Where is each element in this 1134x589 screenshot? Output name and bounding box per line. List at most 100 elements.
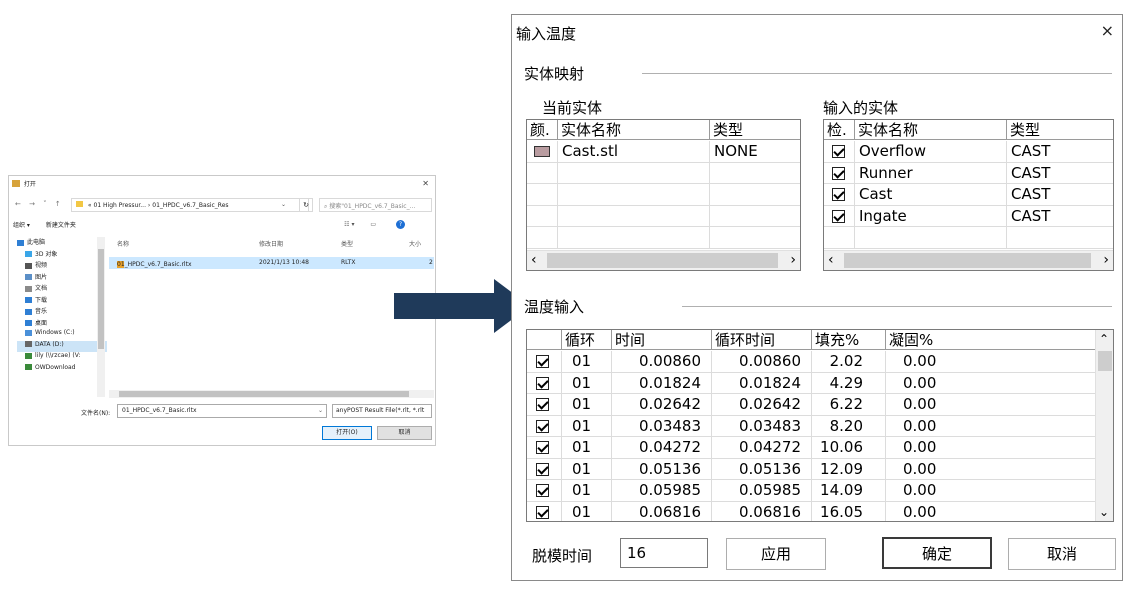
table-row[interactable]: Ingate CAST (824, 205, 1113, 227)
column-entity-name[interactable]: 实体名称 (855, 120, 1007, 140)
checkbox[interactable] (536, 419, 549, 433)
table-row[interactable]: Runner CAST (824, 162, 1113, 184)
table-header: 检. 实体名称 类型 (824, 120, 1113, 140)
filetype-select[interactable]: anyPOST Result File(*.rlt, *.rlt (332, 404, 432, 418)
column-cycle-time[interactable]: 循环时间 (712, 330, 812, 350)
chevron-left-icon[interactable]: ‹ (531, 252, 537, 268)
organize-button[interactable]: 组织 ▾ (13, 222, 30, 229)
type-cell (710, 163, 800, 184)
table-row[interactable]: 01 0.06816 0.06816 16.05 0.00 (527, 501, 1095, 521)
close-icon[interactable]: × (1101, 21, 1114, 40)
column-cycle[interactable]: 循环 (562, 330, 612, 350)
apply-button[interactable]: 应用 (726, 538, 826, 570)
view-menu-icon[interactable]: ☷ ▾ (344, 221, 354, 228)
ok-button[interactable]: 确定 (882, 537, 992, 569)
column-fill-percent[interactable]: 填充% (812, 330, 886, 350)
chevron-up-icon[interactable]: ⌃ (1099, 332, 1109, 346)
file-list-scrollbar[interactable] (109, 390, 434, 398)
chevron-down-icon[interactable]: ⌄ (318, 407, 323, 414)
table-row[interactable]: 01 0.03483 0.03483 8.20 0.00 (527, 415, 1095, 437)
path-segment[interactable]: 01_HPDC_v6.7_Basic_Res (152, 202, 228, 209)
chevron-right-icon[interactable]: › (1103, 252, 1109, 268)
table-row[interactable]: 01 0.01824 0.01824 4.29 0.00 (527, 372, 1095, 394)
tree-item[interactable]: Windows (C:) (17, 329, 107, 341)
tree-item[interactable]: OWDownload (17, 364, 107, 376)
checkbox[interactable] (832, 145, 845, 158)
table-row[interactable]: 01 0.02642 0.02642 6.22 0.00 (527, 394, 1095, 416)
checkbox[interactable] (832, 166, 845, 180)
chevron-down-icon[interactable]: ⌄ (1099, 505, 1109, 519)
column-select[interactable] (527, 330, 562, 350)
time-cell: 0.01824 (612, 372, 712, 394)
column-name[interactable]: 名称 (117, 239, 129, 248)
table-row[interactable]: Cast CAST (824, 184, 1113, 206)
column-time[interactable]: 时间 (612, 330, 712, 350)
table-row[interactable]: Cast.stl NONE (527, 141, 800, 163)
close-icon[interactable]: ✕ (422, 179, 429, 188)
column-color[interactable]: 颜. (527, 120, 558, 140)
column-entity-name[interactable]: 实体名称 (558, 120, 710, 140)
tree-item[interactable]: DATA (D:) (17, 340, 107, 352)
scrollbar-thumb[interactable] (98, 249, 104, 349)
tree-item[interactable]: 3D 对象 (17, 249, 107, 261)
tree-item[interactable]: 图片 (17, 272, 107, 284)
scrollbar-thumb[interactable] (1098, 351, 1112, 371)
vertical-scrollbar[interactable]: ⌃ ⌄ (1095, 330, 1113, 521)
preview-pane-icon[interactable]: ▭ (370, 221, 376, 228)
scrollbar-thumb[interactable] (119, 391, 409, 397)
nav-arrows-icon[interactable]: ← → ˅ ↑ (15, 200, 64, 208)
tree-item[interactable]: 文档 (17, 283, 107, 295)
table-row[interactable]: 01 0.05985 0.05985 14.09 0.00 (527, 480, 1095, 502)
tree-item[interactable]: 音乐 (17, 306, 107, 318)
column-size[interactable]: 大小 (409, 239, 421, 248)
checkbox[interactable] (536, 505, 549, 519)
chevron-right-icon[interactable]: › (790, 252, 796, 268)
tree-scrollbar[interactable] (97, 237, 105, 397)
tree-item[interactable]: 此电脑 (17, 237, 107, 249)
file-cancel-button[interactable]: 取消 (377, 426, 432, 440)
tree-item[interactable]: 下载 (17, 295, 107, 307)
open-button[interactable]: 打开(O) (322, 426, 372, 440)
table-row[interactable]: Overflow CAST (824, 141, 1113, 163)
column-solid-percent[interactable]: 凝固% (886, 330, 1097, 350)
refresh-icon[interactable]: ↻ (299, 198, 313, 212)
table-row[interactable]: 01 0.00860 0.00860 2.02 0.00 (527, 351, 1095, 373)
scrollbar-thumb[interactable] (547, 253, 778, 268)
check-cell (824, 141, 855, 162)
checkbox[interactable] (536, 376, 549, 390)
column-modified[interactable]: 修改日期 (259, 239, 283, 248)
tree-item[interactable]: 视频 (17, 260, 107, 272)
checkbox[interactable] (536, 484, 549, 497)
tree-item-label: lily (\\rzcae) (V: (35, 352, 81, 359)
filename-input[interactable]: 01_HPDC_v6.7_Basic.rltx ⌄ (117, 404, 327, 418)
tree-item[interactable]: 桌面 (17, 318, 107, 330)
chevron-left-icon[interactable]: ‹ (828, 252, 834, 268)
color-swatch[interactable] (534, 146, 550, 157)
table-row[interactable]: 01 0.04272 0.04272 10.06 0.00 (527, 437, 1095, 459)
new-folder-button[interactable]: 新建文件夹 (46, 222, 76, 229)
horizontal-scrollbar[interactable]: ‹ › (527, 250, 800, 270)
column-check[interactable]: 检. (824, 120, 855, 140)
file-row[interactable]: 01_HPDC_v6.7_Basic.rltx 2021/1/13 10:48 … (109, 257, 434, 269)
path-segment[interactable]: 01 High Pressur... (94, 202, 146, 209)
search-input[interactable]: ⌕ 搜索"01_HPDC_v6.7_Basic_... (319, 198, 432, 212)
drive-icon (25, 329, 32, 336)
checkbox[interactable] (536, 441, 549, 454)
address-bar[interactable]: « 01 High Pressur... › 01_HPDC_v6.7_Basi… (71, 198, 309, 212)
checkbox[interactable] (536, 462, 549, 476)
tree-item[interactable]: lily (\\rzcae) (V: (17, 352, 107, 364)
checkbox[interactable] (536, 355, 549, 368)
cancel-button[interactable]: 取消 (1008, 538, 1116, 570)
column-type[interactable]: 类型 (341, 239, 353, 248)
table-row[interactable]: 01 0.05136 0.05136 12.09 0.00 (527, 458, 1095, 480)
checkbox[interactable] (536, 398, 549, 411)
horizontal-scrollbar[interactable]: ‹ › (824, 250, 1113, 270)
demold-time-input[interactable]: 16 (620, 538, 708, 568)
chevron-down-icon[interactable]: ⌄ (281, 201, 286, 208)
column-type[interactable]: 类型 (1007, 120, 1113, 140)
help-icon[interactable]: ? (396, 220, 405, 229)
column-type[interactable]: 类型 (710, 120, 800, 140)
checkbox[interactable] (832, 188, 845, 201)
scrollbar-thumb[interactable] (844, 253, 1091, 268)
checkbox[interactable] (832, 209, 845, 223)
